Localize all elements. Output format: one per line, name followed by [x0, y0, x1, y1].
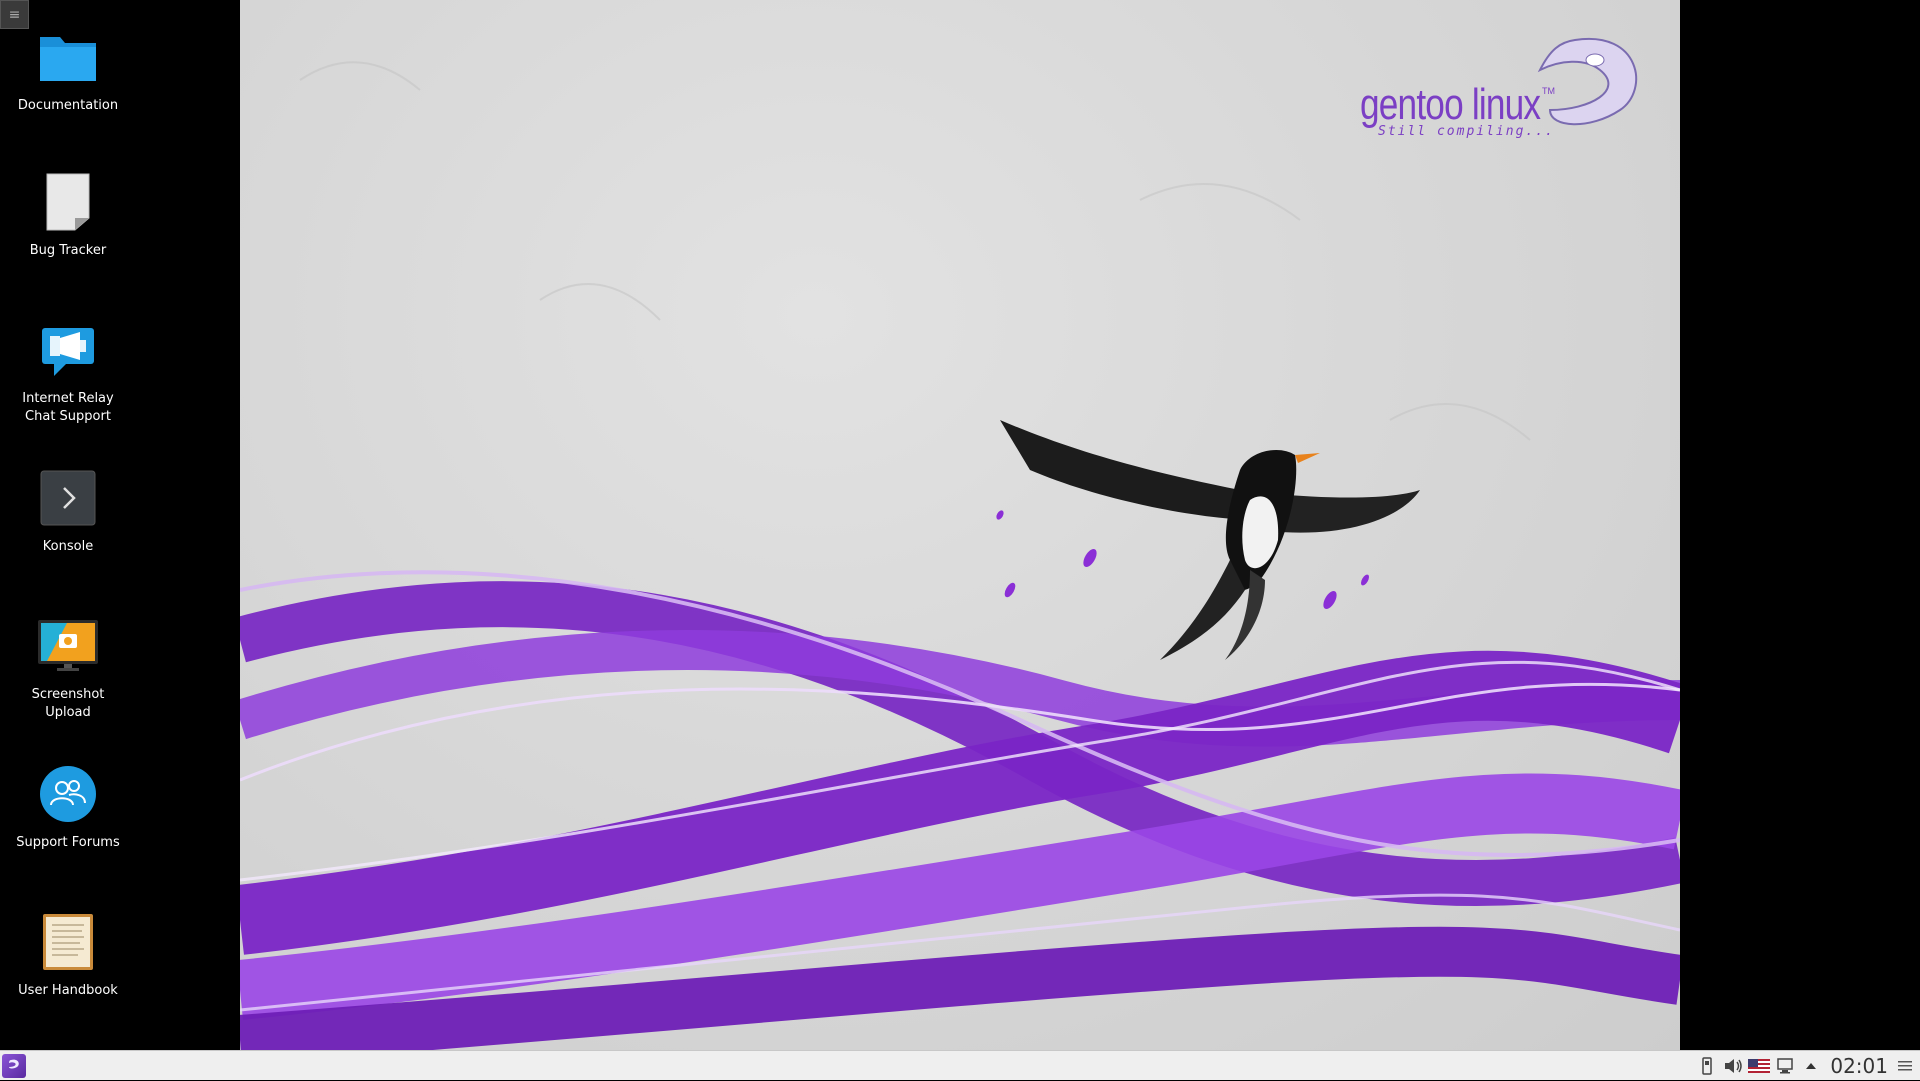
logo-text: gentoo linux	[1360, 80, 1541, 129]
us-flag-keyboard-icon[interactable]	[1748, 1055, 1771, 1077]
terminal-icon	[36, 466, 100, 530]
desktop-icon-support-forums[interactable]: Support Forums	[0, 762, 136, 852]
logo-tm: TM	[1542, 86, 1555, 96]
handbook-icon	[36, 910, 100, 974]
taskbar: 02:01	[0, 1050, 1920, 1080]
wallpaper-logo: gentoo linux TM Still compiling...	[1360, 80, 1600, 139]
desktop-icon-konsole[interactable]: Konsole	[0, 466, 136, 556]
document-icon	[36, 170, 100, 234]
icon-label: Internet Relay Chat Support	[22, 391, 114, 424]
desktop-icon-bug-tracker[interactable]: Bug Tracker	[0, 170, 136, 260]
gentoo-launcher-icon[interactable]	[2, 1054, 26, 1078]
wallpaper-art	[240, 37, 1680, 1050]
system-tray: 02:01	[1694, 1051, 1920, 1081]
wallpaper: gentoo linux TM Still compiling...	[240, 0, 1680, 1050]
clock[interactable]: 02:01	[1830, 1054, 1888, 1078]
network-icon[interactable]	[1774, 1055, 1796, 1077]
desktop-icon-documentation[interactable]: Documentation	[0, 25, 136, 115]
folder-icon	[36, 25, 100, 89]
desktop-icon-user-handbook[interactable]: User Handbook	[0, 910, 136, 1000]
icon-label: Bug Tracker	[29, 243, 107, 258]
volume-icon[interactable]	[1722, 1055, 1744, 1077]
icon-label: User Handbook	[18, 983, 118, 998]
icon-label: Documentation	[17, 98, 119, 113]
expand-arrow-icon[interactable]	[1800, 1055, 1822, 1077]
desktop: gentoo linux TM Still compiling... ≡ Doc…	[0, 0, 1920, 1050]
logo-tagline: Still compiling...	[1378, 124, 1555, 139]
icon-label: Support Forums	[16, 835, 120, 850]
desktop-icon-screenshot-upload[interactable]: Screenshot Upload	[0, 614, 136, 722]
forums-icon	[36, 762, 100, 826]
device-icon[interactable]	[1696, 1055, 1718, 1077]
screenshot-icon	[36, 614, 100, 678]
panel-menu-icon[interactable]	[1896, 1055, 1914, 1077]
desktop-icon-irc-support[interactable]: Internet Relay Chat Support	[0, 318, 136, 426]
menu-icon: ≡	[8, 6, 21, 23]
icon-label: Screenshot Upload	[31, 687, 105, 720]
icon-label: Konsole	[42, 539, 94, 554]
irc-chat-icon	[36, 318, 100, 382]
